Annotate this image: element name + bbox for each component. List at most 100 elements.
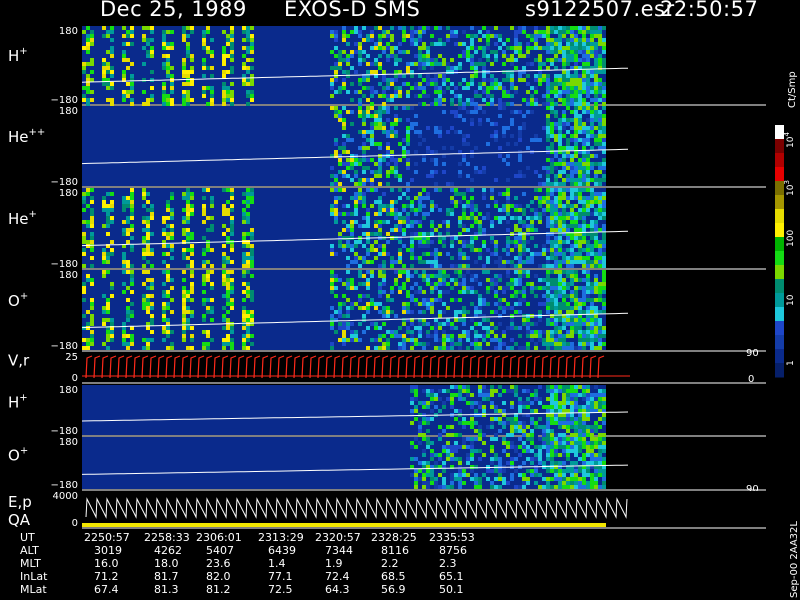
spectrogram-cell xyxy=(498,298,502,302)
spectrogram-cell xyxy=(338,58,342,62)
spectrogram-cell xyxy=(482,264,486,268)
spectrogram-cell xyxy=(582,204,586,208)
spectrogram-cell xyxy=(598,54,602,58)
spectrogram-cell xyxy=(474,74,478,78)
spectrogram-cell xyxy=(338,162,342,166)
spectrogram-cell xyxy=(574,98,578,102)
orbit-cell: 2306:01 xyxy=(196,531,242,544)
spectrogram-cell xyxy=(550,401,554,405)
spectrogram-cell xyxy=(450,82,454,86)
spectrogram-cell xyxy=(330,306,334,310)
spectrogram-cell xyxy=(486,334,490,338)
spectrogram-cell xyxy=(494,310,498,314)
spectrogram-cell xyxy=(454,236,458,240)
spectrogram-cell xyxy=(466,98,470,102)
spectrogram-cell xyxy=(466,90,470,94)
spectrogram-cell xyxy=(406,302,410,306)
spectrogram-cell xyxy=(582,260,586,264)
spectrogram-cell xyxy=(566,417,570,421)
spectrogram-cell xyxy=(390,150,394,154)
spectrogram-cell xyxy=(582,389,586,393)
spectrogram-cell xyxy=(422,158,426,162)
spectrogram-cell xyxy=(566,236,570,240)
spectrogram-cell xyxy=(122,342,126,346)
spectrogram-cell xyxy=(342,70,346,74)
spectrogram-cell xyxy=(570,212,574,216)
spectrogram-cell xyxy=(562,74,566,78)
spectrogram-cell xyxy=(90,334,94,338)
spectrogram-cell xyxy=(242,326,246,330)
spectrogram-cell xyxy=(494,274,498,278)
spectrogram-cell xyxy=(242,236,246,240)
spectrogram-cell xyxy=(406,138,410,142)
spectrogram-cell xyxy=(126,216,130,220)
spectrogram-cell xyxy=(558,78,562,82)
orbit-cell: 81.7 xyxy=(154,570,179,583)
spectrogram-cell xyxy=(526,401,530,405)
spectrogram-cell xyxy=(498,82,502,86)
spectrogram-cell xyxy=(550,228,554,232)
spectrogram-cell xyxy=(350,334,354,338)
spectrogram-cell xyxy=(558,236,562,240)
spectrogram-cell xyxy=(586,204,590,208)
spectrogram-cell xyxy=(342,38,346,42)
spectrogram-cell xyxy=(518,78,522,82)
spectrogram-cell xyxy=(578,38,582,42)
spectrogram-cell xyxy=(562,30,566,34)
spectrogram-cell xyxy=(518,485,522,489)
spectrogram-cell xyxy=(534,208,538,212)
spectrogram-cell xyxy=(126,232,130,236)
spectrogram-cell xyxy=(102,248,106,252)
spectrogram-cell xyxy=(366,146,370,150)
spectrogram-cell xyxy=(438,282,442,286)
spectrogram-cell xyxy=(566,248,570,252)
spectrogram-cell xyxy=(578,322,582,326)
y-tick-top: 180 xyxy=(59,385,78,396)
spectrogram-cell xyxy=(546,429,550,433)
spectrogram-cell xyxy=(466,78,470,82)
spectrogram-cell xyxy=(406,66,410,70)
spectrogram-cell xyxy=(514,50,518,54)
spectrogram-cell xyxy=(170,82,174,86)
spectrogram-cell xyxy=(526,389,530,393)
spectrogram-cell xyxy=(426,78,430,82)
spectrogram-cell xyxy=(170,42,174,46)
spectrogram-cell xyxy=(558,441,562,445)
spectrogram-cell xyxy=(418,473,422,477)
spectrogram-cell xyxy=(90,314,94,318)
spectrogram-cell xyxy=(570,86,574,90)
spectrogram-cell xyxy=(558,200,562,204)
spectrogram-cell xyxy=(546,30,550,34)
spectrogram-cell xyxy=(422,322,426,326)
spectrogram-cell xyxy=(470,244,474,248)
spectrogram-cell xyxy=(578,306,582,310)
spectrogram-cell xyxy=(446,274,450,278)
spectrogram-cell xyxy=(514,142,518,146)
spectrogram-cell xyxy=(342,212,346,216)
spectrogram-cell xyxy=(498,473,502,477)
spectrogram-cell xyxy=(594,174,598,178)
spectrogram-cell xyxy=(162,282,166,286)
spectrogram-cell xyxy=(222,30,226,34)
spectrogram-cell xyxy=(438,42,442,46)
spectrogram-cell xyxy=(398,256,402,260)
spectrogram-cell xyxy=(418,74,422,78)
spectrogram-cell xyxy=(490,385,494,389)
spectrogram-cell xyxy=(398,334,402,338)
spectrogram-cell xyxy=(250,342,254,346)
spectrogram-cell xyxy=(362,142,366,146)
spectrogram-cell xyxy=(542,302,546,306)
orbit-cell: 4262 xyxy=(154,544,182,557)
orbit-cell: 56.9 xyxy=(381,583,406,596)
spectrogram-cell xyxy=(162,90,166,94)
spectrogram-cell xyxy=(598,240,602,244)
spectrogram-cell xyxy=(506,417,510,421)
spectrogram-cell xyxy=(202,86,206,90)
spectrogram-cell xyxy=(190,192,194,196)
spectrogram-cell xyxy=(550,200,554,204)
spectrogram-cell xyxy=(338,90,342,94)
spectrogram-cell xyxy=(110,82,114,86)
spectrogram-cell xyxy=(390,82,394,86)
spectrogram-cell xyxy=(478,465,482,469)
spectrogram-cell xyxy=(546,66,550,70)
